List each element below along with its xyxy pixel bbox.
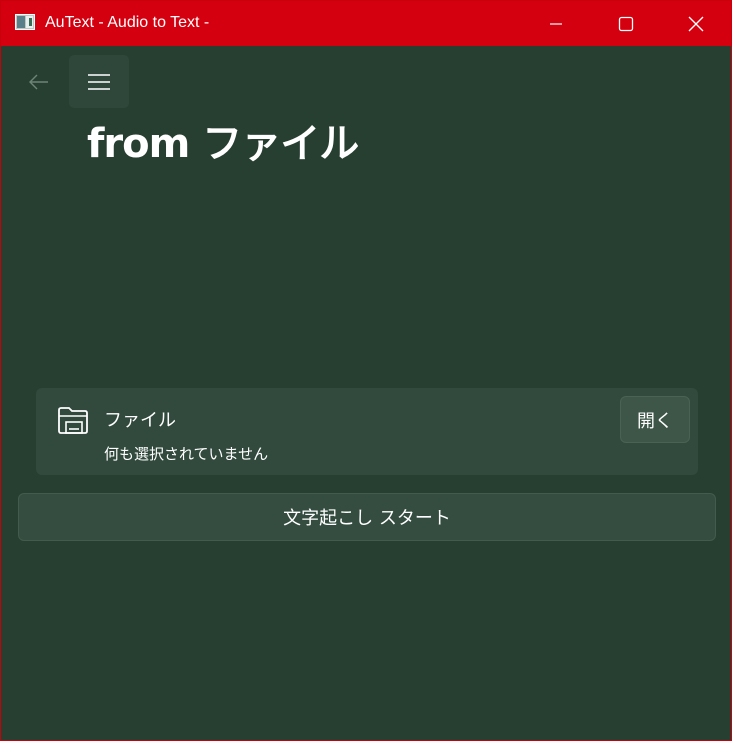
- open-file-button[interactable]: 開く: [620, 396, 690, 443]
- title-bar[interactable]: AuText - Audio to Text -: [1, 1, 731, 46]
- close-button[interactable]: [661, 1, 731, 46]
- minimize-button[interactable]: [521, 1, 591, 46]
- maximize-button[interactable]: [591, 1, 661, 46]
- file-card: ファイル 何も選択されていません 開く: [36, 388, 698, 475]
- file-label: ファイル: [104, 410, 176, 431]
- back-arrow-icon: [29, 74, 48, 90]
- hamburger-menu-icon: [88, 73, 110, 90]
- menu-button[interactable]: [69, 55, 129, 108]
- app-window: AuText - Audio to Text - from ファイル ファイル …: [0, 0, 732, 741]
- page-title: from ファイル: [87, 121, 359, 167]
- app-icon: [15, 14, 35, 30]
- minimize-icon: [550, 22, 562, 25]
- back-button[interactable]: [17, 61, 61, 103]
- close-icon: [688, 16, 704, 31]
- folder-open-icon: [58, 407, 88, 434]
- file-status-text: 何も選択されていません: [104, 445, 269, 463]
- start-transcription-button[interactable]: 文字起こし スタート: [18, 493, 716, 541]
- maximize-icon: [618, 16, 634, 31]
- window-title: AuText - Audio to Text -: [45, 14, 210, 31]
